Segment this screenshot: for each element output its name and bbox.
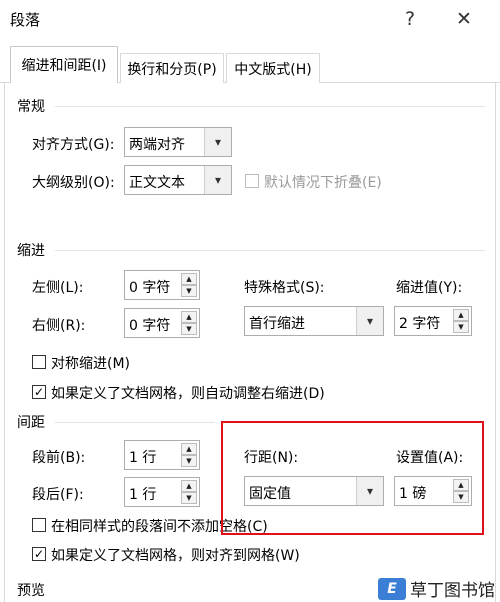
space-after-spinner[interactable]: 1 行 ▲ ▼ — [124, 477, 200, 507]
indent-divider — [55, 250, 485, 251]
decrement-icon[interactable]: ▼ — [181, 492, 197, 504]
decrement-icon[interactable]: ▼ — [181, 323, 197, 335]
tab-indent-spacing[interactable]: 缩进和间距(I) — [10, 46, 118, 84]
special-indent-dropdown[interactable]: 首行缩进 ▾ — [244, 306, 384, 336]
left-indent-value: 0 字符 — [129, 280, 171, 296]
outline-level-label: 大纲级别(O): — [32, 175, 115, 191]
tab-label: 缩进和间距(I) — [21, 58, 107, 74]
collapse-by-default-label: 默认情况下折叠(E) — [264, 175, 382, 191]
outline-level-value: 正文文本 — [129, 175, 185, 191]
space-after-value: 1 行 — [129, 487, 157, 503]
left-indent-label: 左侧(L): — [32, 280, 84, 296]
collapse-by-default-checkbox[interactable] — [245, 174, 259, 188]
indent-section-title: 缩进 — [17, 243, 45, 259]
increment-icon[interactable]: ▲ — [181, 480, 197, 492]
alignment-dropdown[interactable]: 两端对齐 ▾ — [124, 127, 232, 157]
help-icon[interactable]: ? — [392, 4, 428, 34]
mirror-indents-checkbox[interactable] — [32, 355, 46, 369]
preview-section-title: 预览 — [17, 583, 45, 599]
chevron-down-icon[interactable]: ▾ — [204, 128, 231, 156]
spacing-divider — [55, 422, 215, 423]
tab-label: 中文版式(H) — [234, 61, 312, 78]
chevron-down-icon[interactable]: ▾ — [204, 166, 231, 194]
decrement-icon[interactable]: ▼ — [181, 285, 197, 297]
increment-icon[interactable]: ▲ — [181, 273, 197, 285]
special-indent-value: 首行缩进 — [249, 316, 305, 332]
increment-icon[interactable]: ▲ — [453, 309, 469, 321]
increment-icon[interactable]: ▲ — [181, 311, 197, 323]
auto-adjust-right-indent-label: 如果定义了文档网格，则自动调整右缩进(D) — [51, 386, 325, 402]
chevron-down-icon[interactable]: ▾ — [356, 307, 383, 335]
spacing-section-title: 间距 — [17, 415, 45, 431]
indent-by-label: 缩进值(Y): — [396, 280, 463, 296]
tab-asian-typography[interactable]: 中文版式(H) — [226, 53, 320, 83]
title-bar: 段落 ? ✕ — [0, 0, 500, 38]
general-divider — [55, 106, 485, 107]
snap-to-grid-checkbox[interactable]: ✓ — [32, 547, 46, 561]
space-before-label: 段前(B): — [32, 450, 86, 466]
tab-line-page-breaks[interactable]: 换行和分页(P) — [120, 53, 224, 83]
alignment-label: 对齐方式(G): — [32, 137, 115, 153]
indent-by-value: 2 字符 — [399, 316, 441, 332]
watermark-logo: E — [378, 577, 406, 600]
right-indent-value: 0 字符 — [129, 318, 171, 334]
watermark-text: 草丁图书馆 — [410, 576, 495, 601]
left-indent-spinner[interactable]: 0 字符 ▲ ▼ — [124, 270, 200, 300]
snap-to-grid-label: 如果定义了文档网格，则对齐到网格(W) — [51, 548, 300, 564]
outline-level-dropdown[interactable]: 正文文本 ▾ — [124, 165, 232, 195]
right-indent-label: 右侧(R): — [32, 318, 86, 334]
tab-label: 换行和分页(P) — [127, 61, 217, 78]
no-space-same-style-checkbox[interactable] — [32, 518, 46, 532]
right-indent-spinner[interactable]: 0 字符 ▲ ▼ — [124, 308, 200, 338]
space-before-spinner[interactable]: 1 行 ▲ ▼ — [124, 440, 200, 470]
special-indent-label: 特殊格式(S): — [244, 280, 325, 296]
space-before-value: 1 行 — [129, 450, 157, 466]
watermark: E 草丁图书馆 — [378, 575, 495, 602]
close-icon[interactable]: ✕ — [446, 4, 482, 34]
mirror-indents-label: 对称缩进(M) — [51, 356, 131, 372]
dialog-title: 段落 — [10, 11, 41, 29]
space-after-label: 段后(F): — [32, 487, 84, 503]
decrement-icon[interactable]: ▼ — [181, 455, 197, 467]
decrement-icon[interactable]: ▼ — [453, 321, 469, 333]
indent-by-spinner[interactable]: 2 字符 ▲ ▼ — [394, 306, 472, 336]
auto-adjust-right-indent-checkbox[interactable]: ✓ — [32, 385, 46, 399]
increment-icon[interactable]: ▲ — [181, 443, 197, 455]
annotation-highlight-box — [221, 421, 484, 535]
general-section-title: 常规 — [17, 99, 45, 115]
alignment-value: 两端对齐 — [129, 137, 185, 153]
